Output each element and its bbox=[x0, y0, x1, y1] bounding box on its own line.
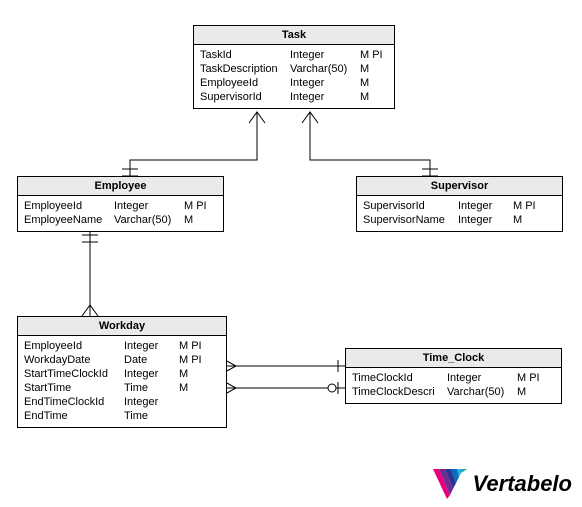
table-row: EmployeeNameVarchar(50)M bbox=[24, 213, 217, 227]
table-row: EmployeeIdIntegerM bbox=[200, 76, 388, 90]
entity-body: TaskIdIntegerM PI TaskDescriptionVarchar… bbox=[194, 45, 394, 108]
entity-body: EmployeeIdIntegerM PI WorkdayDateDateM P… bbox=[18, 336, 226, 427]
entity-workday: Workday EmployeeIdIntegerM PI WorkdayDat… bbox=[17, 316, 227, 428]
entity-task: Task TaskIdIntegerM PI TaskDescriptionVa… bbox=[193, 25, 395, 109]
table-row: SupervisorIdIntegerM PI bbox=[363, 199, 556, 213]
vertabelo-icon bbox=[433, 469, 467, 499]
entity-title: Time_Clock bbox=[346, 349, 561, 368]
table-row: EmployeeIdIntegerM PI bbox=[24, 339, 220, 353]
entity-employee: Employee EmployeeIdIntegerM PI EmployeeN… bbox=[17, 176, 224, 232]
entity-supervisor: Supervisor SupervisorIdIntegerM PI Super… bbox=[356, 176, 563, 232]
table-row: TaskDescriptionVarchar(50)M bbox=[200, 62, 388, 76]
table-row: TimeClockIdIntegerM PI bbox=[352, 371, 555, 385]
vertabelo-logo-text: Vertabelo bbox=[473, 471, 572, 497]
entity-body: TimeClockIdIntegerM PI TimeClockDescriVa… bbox=[346, 368, 561, 403]
entity-title: Task bbox=[194, 26, 394, 45]
table-row: TimeClockDescriVarchar(50)M bbox=[352, 385, 555, 399]
entity-title: Workday bbox=[18, 317, 226, 336]
vertabelo-logo: Vertabelo bbox=[433, 469, 572, 499]
table-row: StartTimeTimeM bbox=[24, 381, 220, 395]
table-row: WorkdayDateDateM PI bbox=[24, 353, 220, 367]
entity-title: Employee bbox=[18, 177, 223, 196]
entity-body: SupervisorIdIntegerM PI SupervisorNameIn… bbox=[357, 196, 562, 231]
table-row: SupervisorNameIntegerM bbox=[363, 213, 556, 227]
table-row: EndTimeClockIdInteger bbox=[24, 395, 220, 409]
table-row: EmployeeIdIntegerM PI bbox=[24, 199, 217, 213]
table-row: EndTimeTime bbox=[24, 409, 220, 423]
table-row: SupervisorIdIntegerM bbox=[200, 90, 388, 104]
entity-title: Supervisor bbox=[357, 177, 562, 196]
entity-timeclock: Time_Clock TimeClockIdIntegerM PI TimeCl… bbox=[345, 348, 562, 404]
entity-body: EmployeeIdIntegerM PI EmployeeNameVarcha… bbox=[18, 196, 223, 231]
table-row: TaskIdIntegerM PI bbox=[200, 48, 388, 62]
table-row: StartTimeClockIdIntegerM bbox=[24, 367, 220, 381]
